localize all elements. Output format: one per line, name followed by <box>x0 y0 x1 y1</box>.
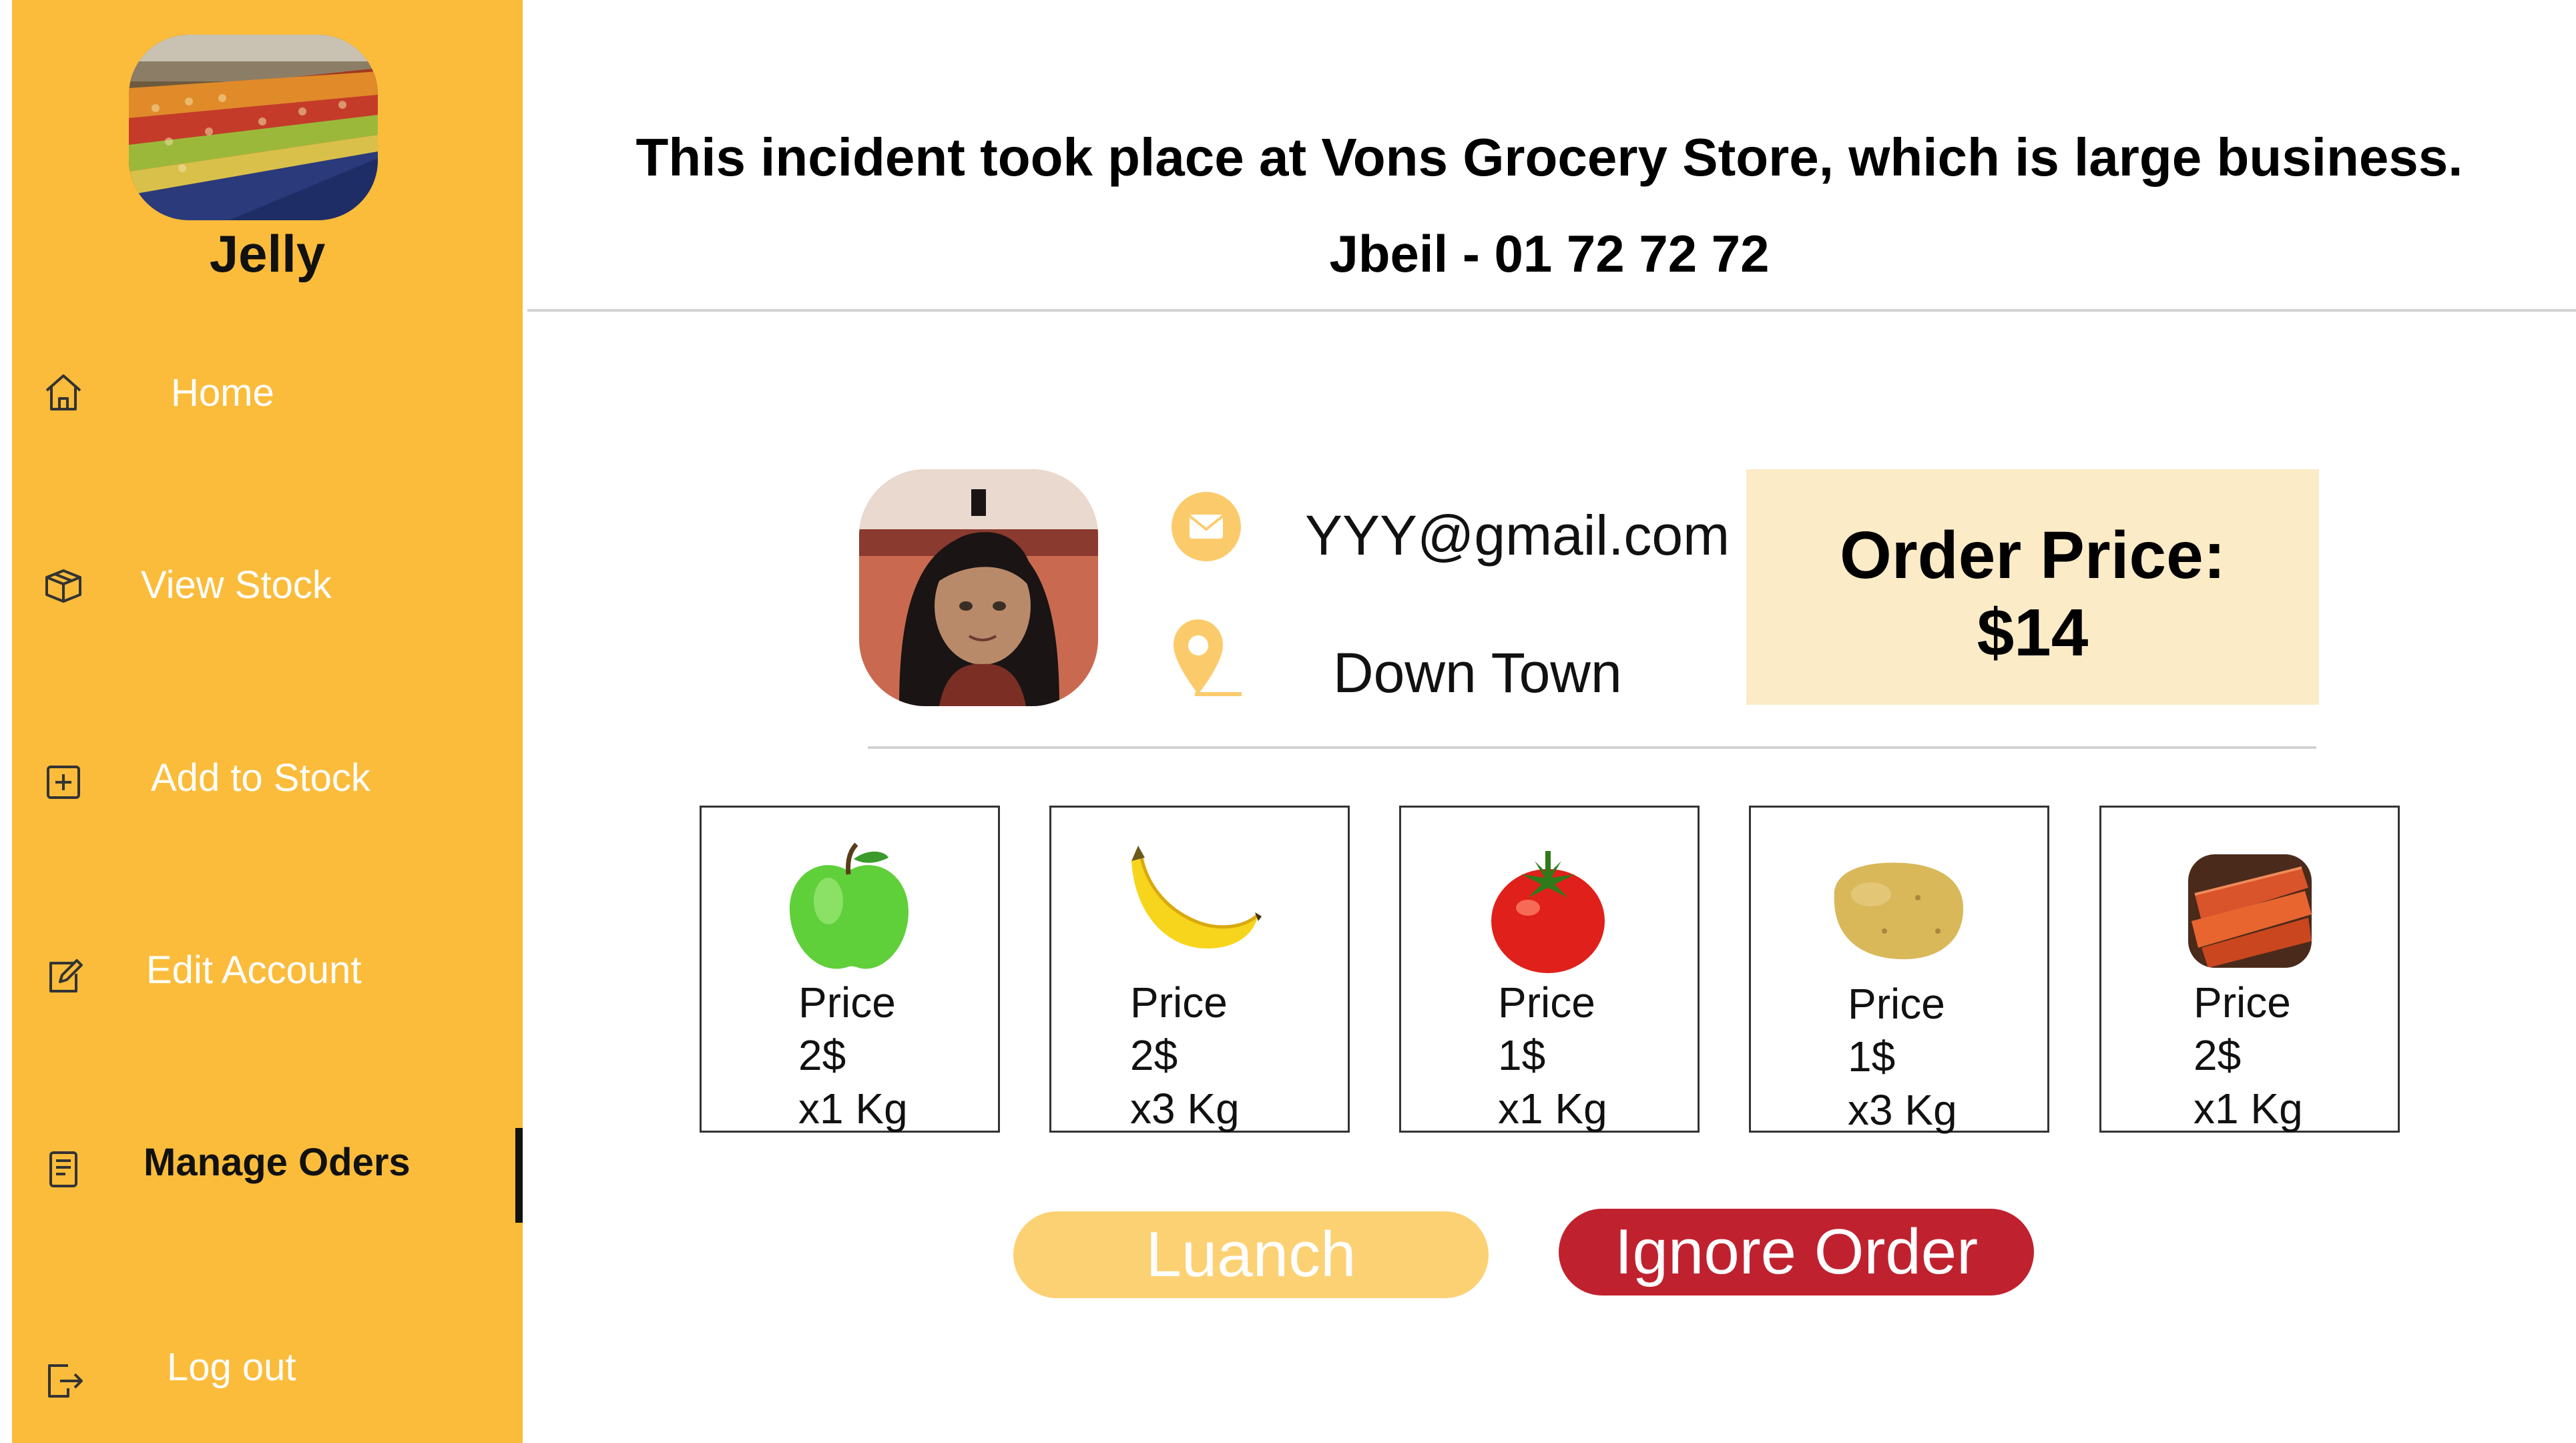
page-title: This incident took place at Vons Grocery… <box>635 127 2463 187</box>
store-logo-image <box>129 35 378 220</box>
plus-square-icon <box>40 759 87 806</box>
item-price: 2$ <box>798 1031 846 1079</box>
apple-image <box>775 838 922 981</box>
active-indicator <box>515 1128 523 1223</box>
customer-email: YYY@gmail.com <box>1305 504 1730 567</box>
item-price: 2$ <box>1130 1031 1178 1079</box>
order-item-card[interactable]: Price 1$ x1 Kg <box>1399 806 1700 1133</box>
sidebar-item-view-stock[interactable]: View Stock <box>12 539 523 633</box>
box-icon <box>40 563 87 609</box>
order-price-value: $14 <box>1977 595 2089 670</box>
order-item-card[interactable]: Price 2$ x3 Kg <box>1049 806 1350 1133</box>
info-divider <box>868 746 2316 749</box>
location-pin-icon <box>1168 615 1245 702</box>
tomato-image <box>1475 838 1621 981</box>
potato-image <box>1824 838 1971 981</box>
sidebar-item-label: Manage Oders <box>144 1141 411 1184</box>
home-icon <box>40 369 87 416</box>
header-divider <box>527 309 2576 312</box>
item-price-label: Price <box>1848 980 1945 1028</box>
email-icon <box>1172 492 1241 565</box>
sidebar-item-home[interactable]: Home <box>12 347 523 441</box>
sidebar-item-label: View Stock <box>141 563 332 607</box>
edit-icon <box>40 952 87 999</box>
sidebar-item-edit-account[interactable]: Edit Account <box>12 924 523 1018</box>
order-price-label: Order Price: <box>1839 518 2226 593</box>
sidebar-item-log-out[interactable]: Log out <box>12 1322 523 1415</box>
ignore-order-button[interactable]: Ignore Order <box>1559 1209 2034 1295</box>
banana-image <box>1118 838 1265 981</box>
carrot-image <box>2188 854 2312 968</box>
customer-avatar <box>859 469 1098 706</box>
item-price-label: Price <box>1130 978 1228 1027</box>
order-price-box: Order Price: $14 <box>1746 469 2319 705</box>
left-edge <box>0 0 12 1443</box>
sidebar-item-label: Edit Account <box>146 948 362 992</box>
item-price: 1$ <box>1848 1033 1896 1081</box>
item-price-label: Price <box>798 978 896 1027</box>
order-item-card[interactable]: Price 2$ x1 Kg <box>700 806 1000 1133</box>
item-price-label: Price <box>2194 978 2291 1027</box>
item-price-label: Price <box>1498 978 1595 1027</box>
store-contact: Jbeil - 01 72 72 72 <box>1329 224 1770 283</box>
sidebar-item-label: Home <box>171 371 274 414</box>
item-price: 2$ <box>2194 1031 2242 1079</box>
sidebar-item-manage-orders[interactable]: Manage Oders <box>12 1117 523 1210</box>
launch-button[interactable]: Luanch <box>1013 1211 1489 1298</box>
item-price: 1$ <box>1498 1031 1546 1079</box>
item-quantity: x1 Kg <box>1498 1085 1607 1133</box>
item-quantity: x1 Kg <box>2194 1085 2303 1133</box>
sidebar-item-label: Log out <box>167 1346 296 1389</box>
logout-icon <box>40 1356 87 1403</box>
sidebar-item-add-to-stock[interactable]: Add to Stock <box>12 732 523 826</box>
order-item-card[interactable]: Price 1$ x3 Kg <box>1749 806 2049 1134</box>
item-quantity: x3 Kg <box>1848 1086 1957 1134</box>
customer-address: Down Town <box>1333 641 1622 704</box>
item-quantity: x1 Kg <box>798 1085 908 1133</box>
store-name: Jelly <box>209 224 326 283</box>
item-quantity: x3 Kg <box>1130 1085 1240 1133</box>
orders-icon <box>40 1146 87 1193</box>
order-item-card[interactable]: Price 2$ x1 Kg <box>2099 806 2400 1133</box>
sidebar: Jelly Home View Stock Add to Stock Edit … <box>12 0 523 1443</box>
sidebar-item-label: Add to Stock <box>151 756 370 800</box>
